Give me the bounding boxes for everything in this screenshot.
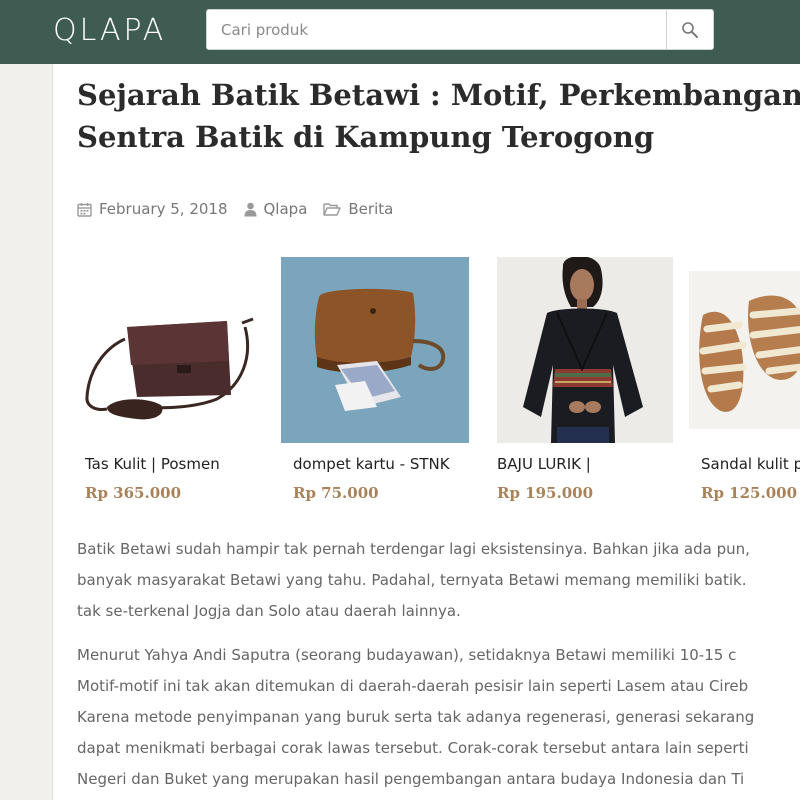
paragraph-line: Batik Betawi sudah hampir tak pernah ter… (77, 540, 750, 558)
product-name[interactable]: Tas Kulit | Posmen (85, 455, 220, 473)
product-card[interactable]: Sandal kulit pu Rp 125.000 (689, 257, 800, 507)
article-title-line: Sejarah Batik Betawi : Motif, Perkembang… (77, 78, 800, 112)
paragraph-line: Negeri dan Buket yang merupakan hasil pe… (77, 770, 745, 788)
product-price: Rp 195.000 (497, 484, 594, 502)
left-margin (0, 64, 52, 800)
product-card[interactable]: Tas Kulit | Posmen Rp 365.000 (77, 257, 257, 507)
article-content: Sejarah Batik Betawi : Motif, Perkembang… (52, 64, 800, 800)
meta-author[interactable]: Qlapa (244, 200, 308, 218)
product-image-black-wrap-top[interactable] (497, 257, 673, 443)
meta-date-text: February 5, 2018 (99, 200, 228, 218)
meta-category-text: Berita (348, 200, 394, 218)
product-name[interactable]: BAJU LURIK | (497, 455, 591, 473)
qlapa-logo[interactable]: QLAPA (53, 11, 166, 51)
meta-date: February 5, 2018 (77, 200, 228, 218)
product-image-leather-sandals[interactable] (689, 271, 800, 429)
article-title: Sejarah Batik Betawi : Motif, Perkembang… (77, 74, 800, 158)
product-price: Rp 75.000 (293, 484, 379, 502)
product-name[interactable]: dompet kartu - STNK (293, 455, 450, 473)
search-button[interactable] (666, 10, 713, 49)
calendar-icon (77, 202, 92, 217)
folder-icon (323, 203, 342, 216)
article-title-line: Sentra Batik di Kampung Terogong (77, 120, 655, 154)
product-image-leather-bag[interactable] (77, 257, 257, 443)
search-bar (206, 9, 714, 50)
meta-category[interactable]: Berita (323, 200, 393, 218)
product-card[interactable]: dompet kartu - STNK Rp 75.000 (281, 257, 469, 507)
paragraph-line: dapat menikmati berbagai corak lawas ter… (77, 739, 749, 757)
product-image-leather-wallet[interactable] (281, 257, 469, 443)
article-paragraph: Menurut Yahya Andi Saputra (seorang buda… (77, 640, 800, 795)
article-paragraph: Batik Betawi sudah hampir tak pernah ter… (77, 534, 800, 627)
paragraph-line: Menurut Yahya Andi Saputra (seorang buda… (77, 646, 737, 664)
paragraph-line: banyak masyarakat Betawi yang tahu. Pada… (77, 571, 747, 589)
user-icon (244, 202, 256, 216)
meta-author-text: Qlapa (263, 200, 308, 218)
search-input[interactable] (207, 10, 667, 49)
paragraph-line: Karena metode penyimpanan yang buruk ser… (77, 708, 755, 726)
product-price: Rp 125.000 (701, 484, 798, 502)
search-icon (682, 21, 698, 38)
article-meta: February 5, 2018 Qlapa Berita (77, 198, 409, 220)
product-name[interactable]: Sandal kulit pu (701, 455, 800, 473)
paragraph-line: Motif-motif ini tak akan ditemukan di da… (77, 677, 749, 695)
product-price: Rp 365.000 (85, 484, 182, 502)
top-navigation-bar: QLAPA (0, 0, 800, 64)
product-card[interactable]: BAJU LURIK | Rp 195.000 (497, 257, 673, 507)
paragraph-line: tak se-terkenal Jogja dan Solo atau daer… (77, 602, 461, 620)
